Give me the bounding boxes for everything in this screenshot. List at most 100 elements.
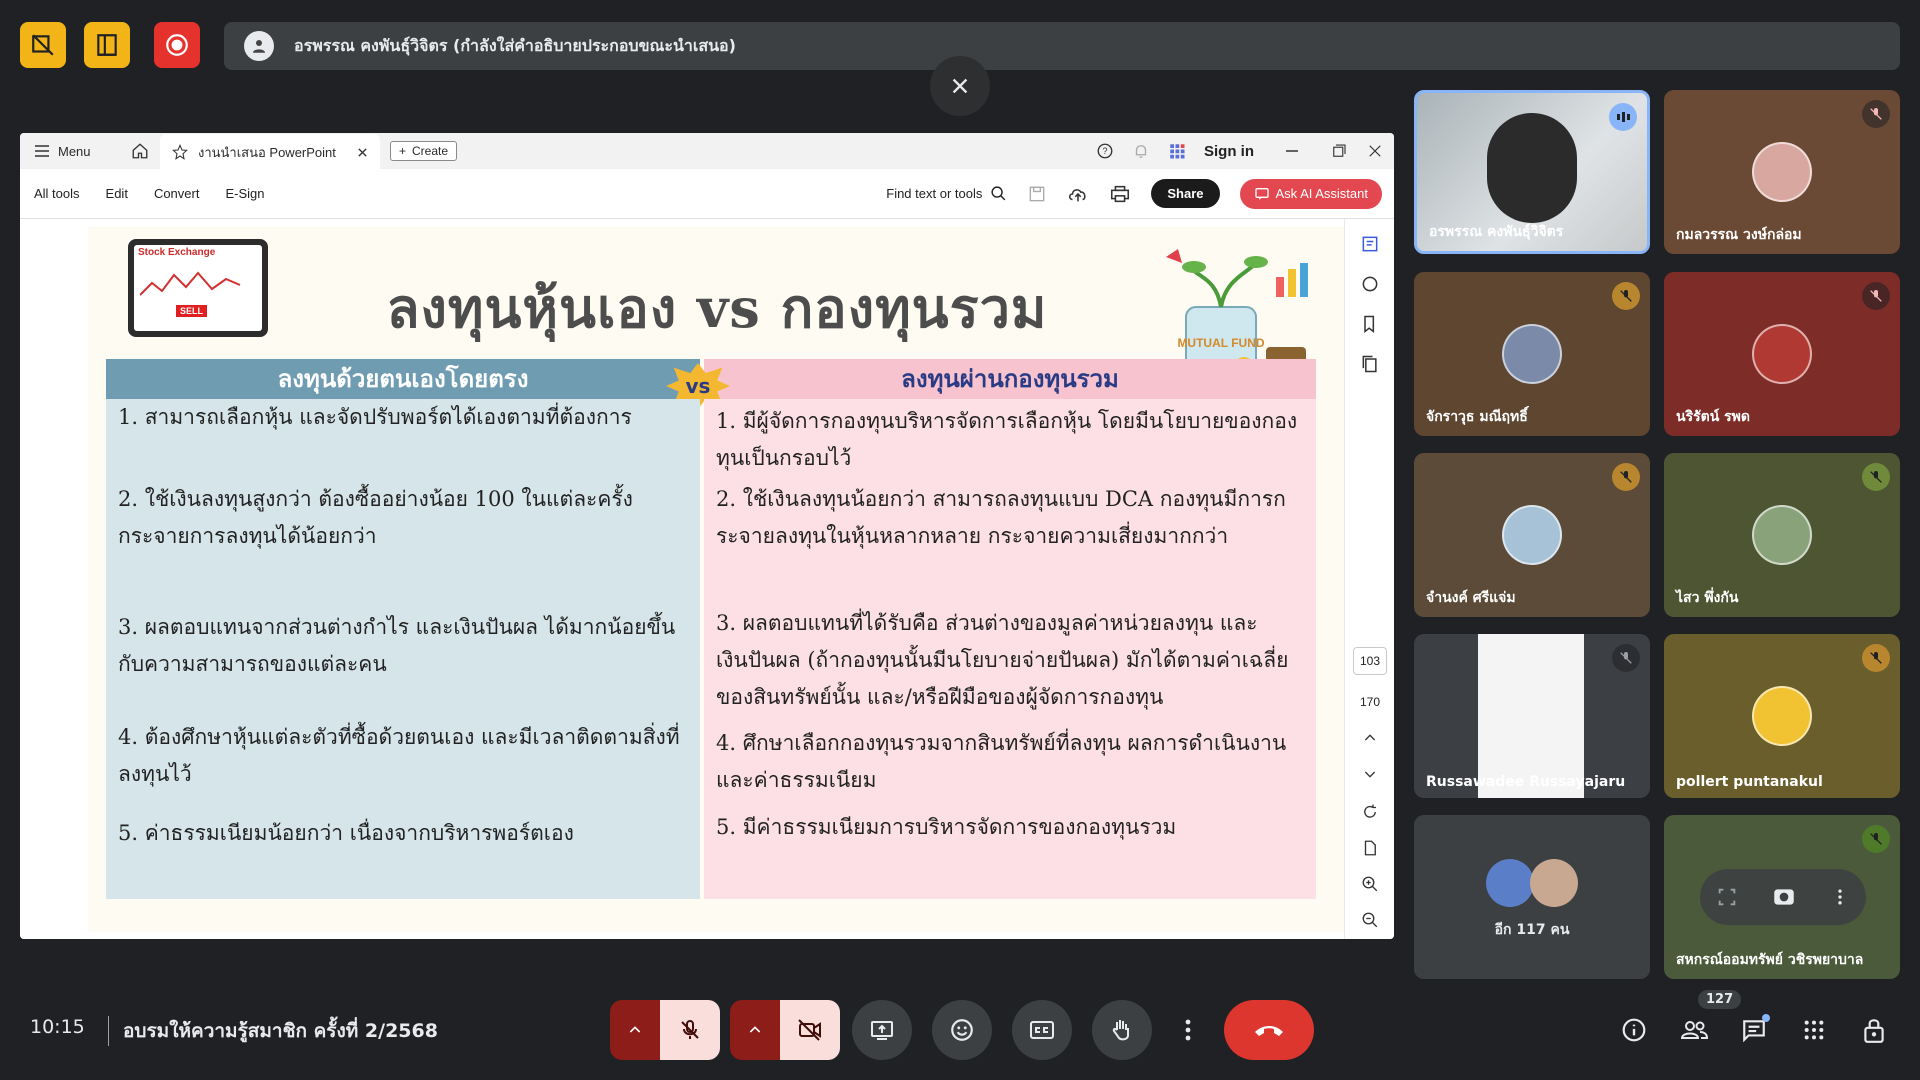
video-settings-button[interactable] — [730, 1000, 780, 1060]
more-options-button[interactable] — [1168, 1000, 1208, 1060]
all-tools-menu[interactable]: All tools — [34, 186, 80, 201]
host-controls-button[interactable] — [1856, 1012, 1892, 1048]
people-count-badge: 127 — [1698, 990, 1742, 1009]
participant-tile[interactable]: Russawadee Russayajaru — [1414, 634, 1650, 798]
audio-wave-icon — [1617, 112, 1630, 122]
svg-text:?: ? — [1102, 146, 1107, 156]
companion-mode-button[interactable] — [84, 22, 130, 68]
unread-dot — [1762, 1014, 1770, 1022]
zoom-in-icon — [1362, 876, 1378, 892]
no-camera-mode-button[interactable] — [20, 22, 66, 68]
avatar — [1752, 324, 1812, 384]
presenter-banner: อรพรรณ คงพันธุ์วิจิตร (กำลังใส่คำอธิบายป… — [224, 22, 1900, 70]
esign-menu[interactable]: E-Sign — [225, 186, 264, 201]
zoom-out-button[interactable] — [1355, 905, 1385, 935]
bookmark-button[interactable] — [1355, 309, 1385, 339]
chat-button[interactable] — [1736, 1012, 1772, 1048]
avatar — [1752, 686, 1812, 746]
browser-right-controls: ? Sign in — [1096, 133, 1384, 169]
people-icon — [1680, 1021, 1709, 1039]
right-point: 5. มีค่าธรรมเนียมการบริหารจัดการของกองทุ… — [716, 815, 1177, 839]
participant-tile[interactable]: สหกรณ์ออมทรัพย์ วชิรพยาบาล — [1664, 815, 1900, 979]
end-call-icon — [1255, 1026, 1283, 1036]
ai-chat-icon — [1254, 187, 1269, 200]
close-tab-icon[interactable] — [357, 147, 368, 158]
microphone-toggle[interactable] — [660, 1000, 720, 1060]
bell-icon[interactable] — [1132, 142, 1150, 160]
tab-powerpoint[interactable]: งานนำเสนอ PowerPoint — [160, 134, 380, 170]
previous-page-button[interactable] — [1355, 723, 1385, 753]
clock: 10:15 — [30, 1016, 85, 1038]
edit-menu[interactable]: Edit — [106, 186, 128, 201]
more-vert-icon[interactable] — [1830, 887, 1850, 907]
page-fit-button[interactable] — [1355, 833, 1385, 863]
minimize-icon[interactable] — [1272, 144, 1312, 158]
participant-tile[interactable]: จักราวุธ มณีฤทธิ์ — [1414, 272, 1650, 436]
fund-label: MUTUAL FUND — [1177, 336, 1264, 350]
zoom-out-icon — [1362, 912, 1378, 928]
find-label: Find text or tools — [886, 186, 983, 201]
rotate-button[interactable] — [1355, 797, 1385, 827]
create-button[interactable]: + Create — [390, 141, 458, 161]
copy-pages-icon — [1362, 355, 1377, 373]
right-point: 1. มีผู้จัดการกองทุนบริหารจัดการเลือกหุ้… — [716, 409, 1298, 470]
convert-menu[interactable]: Convert — [154, 186, 200, 201]
sign-in-link[interactable]: Sign in — [1204, 143, 1254, 160]
activities-button[interactable] — [1796, 1012, 1832, 1048]
apps-grid-icon[interactable] — [1168, 142, 1186, 160]
shared-screen: Menu งานนำเสนอ PowerPoint + Create ? Sig… — [20, 133, 1394, 939]
presenter-avatar — [244, 31, 274, 61]
hide-icon — [32, 34, 54, 56]
effects-icon[interactable] — [1771, 884, 1797, 910]
frame-icon[interactable] — [1716, 886, 1738, 908]
participant-tile[interactable]: pollert puntanakul — [1664, 634, 1900, 798]
mic-off-icon — [1612, 282, 1640, 310]
star-icon[interactable] — [172, 144, 188, 160]
summary-icon — [1362, 236, 1378, 252]
captions-button[interactable] — [1012, 1000, 1072, 1060]
upload-cloud-icon[interactable] — [1067, 183, 1089, 205]
audio-settings-button[interactable] — [610, 1000, 660, 1060]
mic-off-icon — [1862, 825, 1890, 853]
next-page-button[interactable] — [1355, 759, 1385, 789]
recording-button[interactable] — [154, 22, 200, 68]
people-button[interactable] — [1676, 1012, 1712, 1048]
restore-icon[interactable] — [1330, 142, 1348, 160]
reactions-button[interactable] — [932, 1000, 992, 1060]
camera-toggle[interactable] — [780, 1000, 840, 1060]
save-icon[interactable] — [1027, 184, 1047, 204]
hamburger-icon — [35, 145, 49, 157]
meeting-details-button[interactable] — [1616, 1012, 1652, 1048]
pages-button[interactable] — [1355, 349, 1385, 379]
participant-name: pollert puntanakul — [1676, 774, 1823, 790]
participant-tile[interactable]: กมลวรรณ วงษ์กล่อม — [1664, 90, 1900, 254]
window-close-icon[interactable] — [1366, 142, 1384, 160]
participant-tile[interactable]: นริรัตน์ รพด — [1664, 272, 1900, 436]
participant-video — [1487, 113, 1577, 223]
comment-icon — [1362, 276, 1378, 292]
share-button[interactable]: Share — [1151, 179, 1220, 208]
left-point: 5. ค่าธรรมเนียมน้อยกว่า เนื่องจากบริหารพ… — [118, 821, 574, 845]
zoom-in-button[interactable] — [1355, 869, 1385, 899]
participant-tile[interactable]: ไสว พึ่งกัน — [1664, 453, 1900, 617]
print-icon[interactable] — [1109, 183, 1131, 205]
leave-call-button[interactable] — [1224, 1000, 1314, 1060]
comment-button[interactable] — [1355, 269, 1385, 299]
current-page[interactable]: 103 — [1353, 647, 1387, 675]
raise-hand-button[interactable] — [1092, 1000, 1152, 1060]
participant-tile[interactable]: จำนงค์ ศรีแจ่ม — [1414, 453, 1650, 617]
find-text-or-tools[interactable]: Find text or tools — [886, 185, 1007, 202]
menu-button[interactable]: Menu — [20, 144, 120, 159]
hand-icon — [1112, 1020, 1129, 1041]
ai-summary-button[interactable] — [1355, 229, 1385, 259]
participant-tile[interactable]: อรพรรณ คงพันธุ์วิจิตร — [1414, 90, 1650, 254]
ask-ai-assistant-button[interactable]: Ask AI Assistant — [1239, 178, 1382, 209]
document-viewport[interactable]: Stock Exchange SELL ลงทุนหุ้นเอง vs กองท… — [20, 219, 1346, 939]
left-point: 1. สามารถเลือกหุ้น และจัดปรับพอร์ตได้เอง… — [118, 405, 632, 429]
avatar — [1486, 859, 1534, 907]
home-button[interactable] — [120, 142, 160, 160]
close-annotation-button[interactable] — [930, 56, 990, 116]
present-screen-button[interactable] — [852, 1000, 912, 1060]
help-icon[interactable]: ? — [1096, 142, 1114, 160]
more-participants-tile[interactable]: อีก 117 คน — [1414, 815, 1650, 979]
